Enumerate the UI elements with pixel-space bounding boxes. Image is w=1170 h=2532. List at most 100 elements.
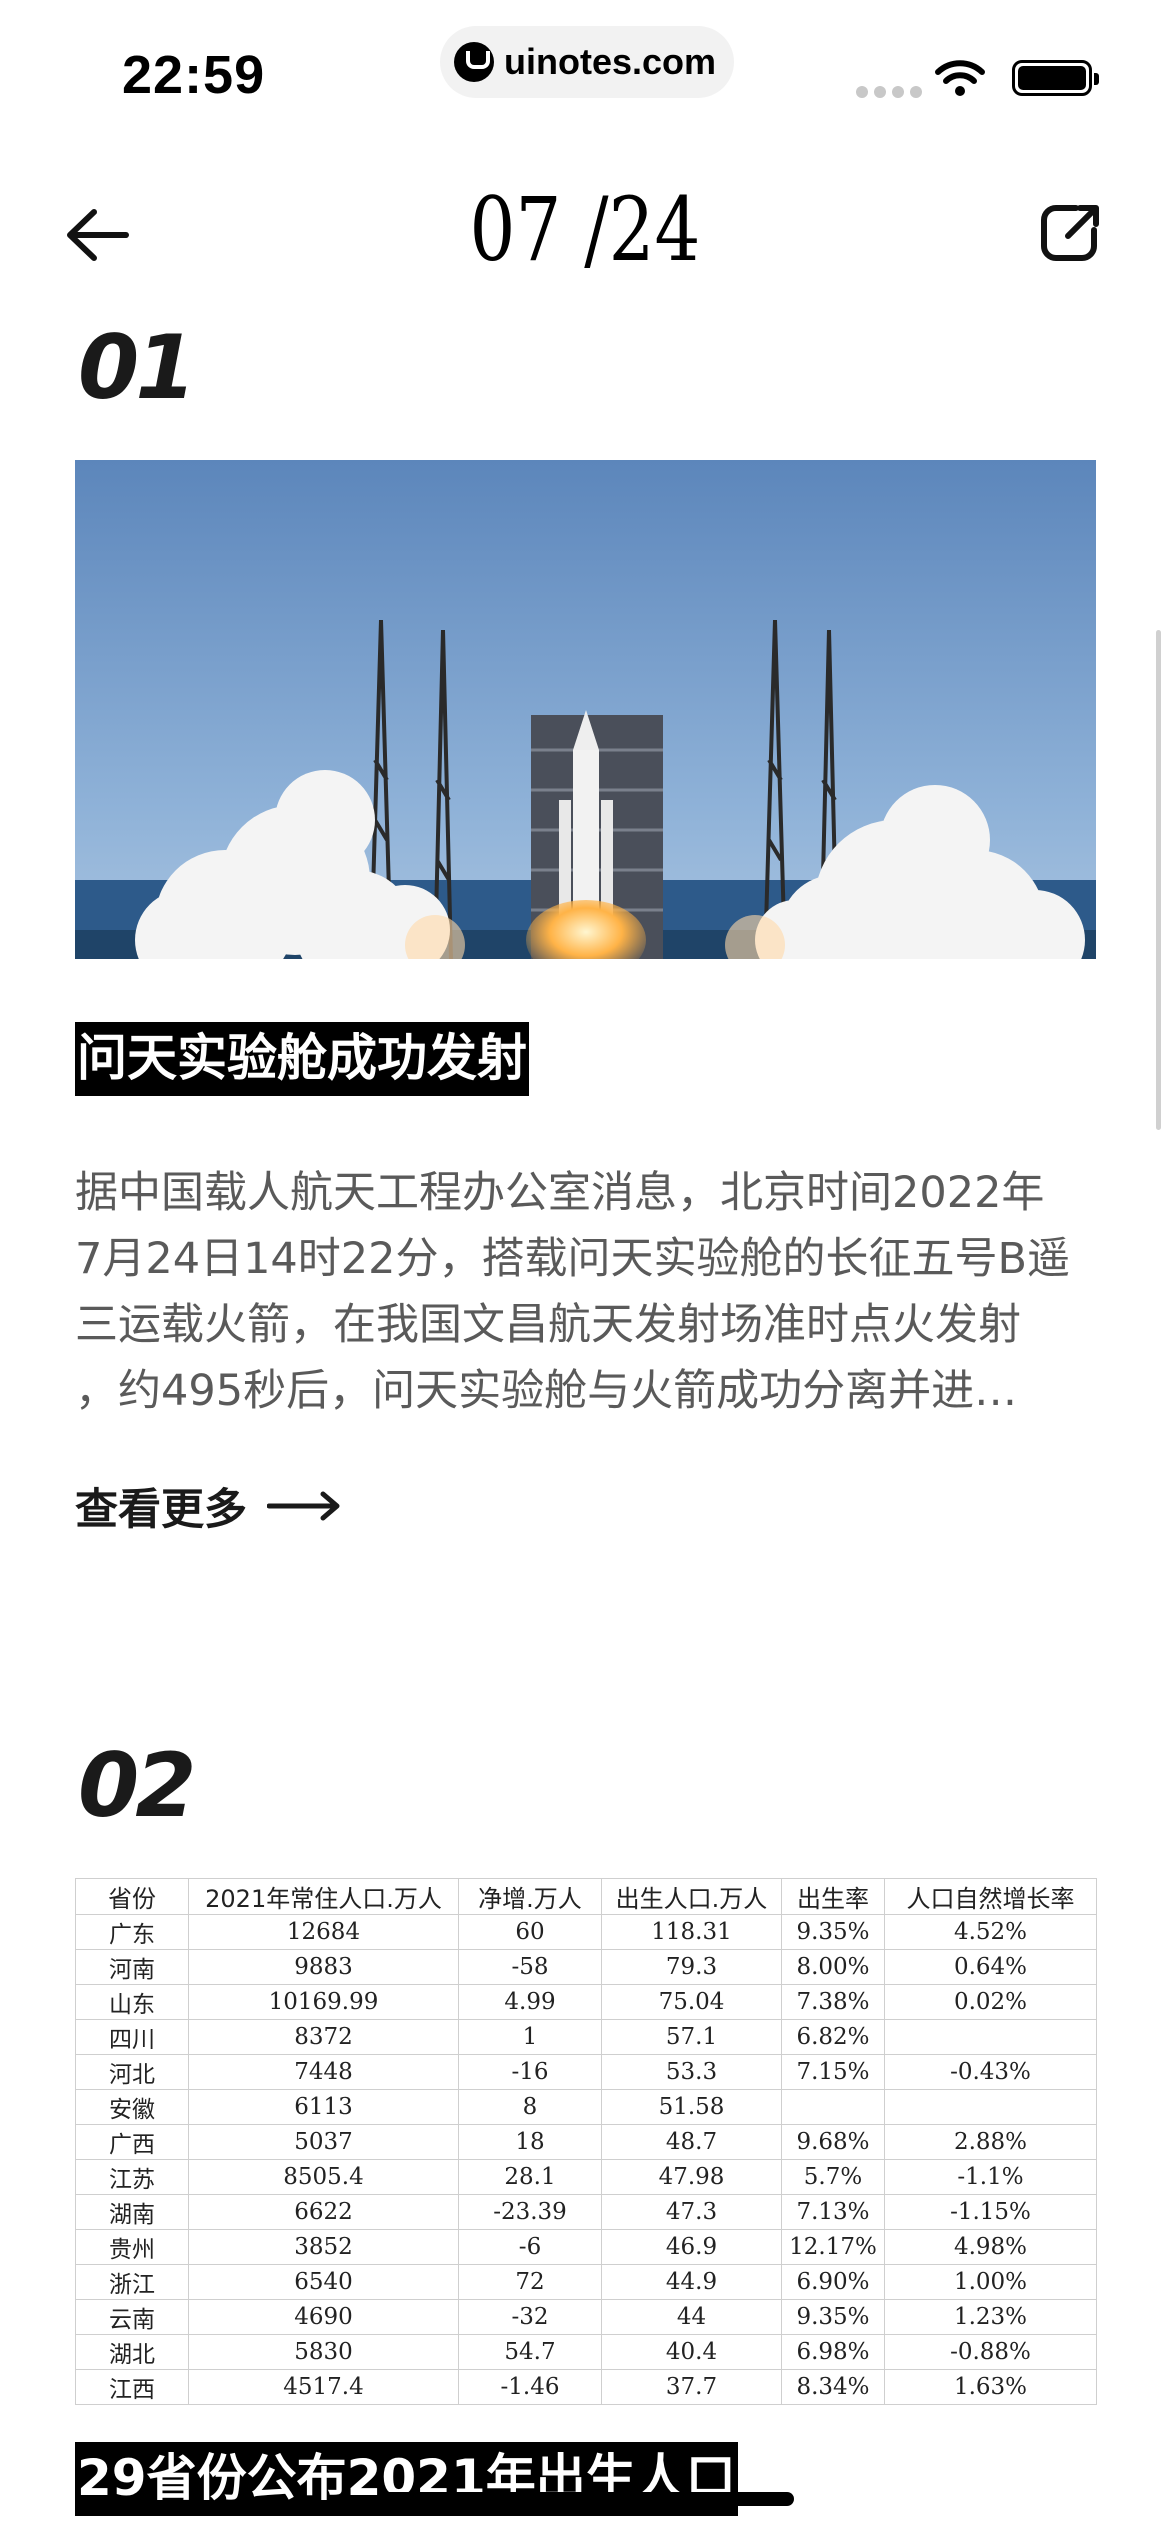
article-title[interactable]: 问天实验舱成功发射 <box>75 1022 529 1096</box>
table-row: 河南 9883 -58 79.3 8.00% 0.64% <box>75 1949 1097 1985</box>
table-cell <box>781 2089 885 2125</box>
table-cell: 28.1 <box>458 2159 602 2195</box>
table-cell: 6.90% <box>781 2264 885 2300</box>
column-header: 2021年常住人口.万人 <box>188 1878 459 1915</box>
table-cell: 37.7 <box>601 2369 782 2405</box>
article-number: 02 <box>78 1734 196 1837</box>
table-cell: 7448 <box>188 2054 459 2090</box>
table-cell: 54.7 <box>458 2334 602 2370</box>
table-cell: 1 <box>458 2019 602 2055</box>
table-row: 云南 4690 -32 44 9.35% 1.23% <box>75 2299 1097 2335</box>
view-more-link[interactable]: 查看更多 <box>75 1475 341 1537</box>
table-cell: 7.15% <box>781 2054 885 2090</box>
table-cell: 57.1 <box>601 2019 782 2055</box>
table-cell: 1.23% <box>884 2299 1097 2335</box>
table-cell: 4.98% <box>884 2229 1097 2265</box>
table-row: 四川 8372 1 57.1 6.82% <box>75 2019 1097 2055</box>
view-more-label: 查看更多 <box>75 1485 247 1535</box>
table-cell: 云南 <box>75 2299 189 2335</box>
table-cell: 河北 <box>75 2054 189 2090</box>
table-cell: 8.00% <box>781 1949 885 1985</box>
summary-line: 7月24日14时22分，搭载问天实验舱的长征五号B遥 <box>75 1234 1071 1284</box>
scrollbar[interactable] <box>1156 630 1161 1130</box>
column-header: 省份 <box>75 1878 189 1915</box>
arrow-right-icon <box>267 1491 340 1521</box>
table-row: 广东 12684 60 118.31 9.35% 4.52% <box>75 1914 1097 1950</box>
table-cell: 6622 <box>188 2194 459 2230</box>
table-cell: 6540 <box>188 2264 459 2300</box>
table-cell: 8 <box>458 2089 602 2125</box>
wifi-icon <box>935 60 985 96</box>
table-cell: 7.38% <box>781 1984 885 2020</box>
table-cell: 12684 <box>188 1914 459 1950</box>
status-time: 22:59 <box>122 45 266 105</box>
battery-icon <box>1012 60 1099 96</box>
table-row: 山东 10169.99 4.99 75.04 7.38% 0.02% <box>75 1984 1097 2020</box>
table-cell: 9.68% <box>781 2124 885 2160</box>
table-cell: -1.1% <box>884 2159 1097 2195</box>
rocket-launch-image[interactable] <box>75 460 1096 959</box>
table-cell: 4517.4 <box>188 2369 459 2405</box>
table-cell: 湖南 <box>75 2194 189 2230</box>
column-header: 出生人口.万人 <box>601 1878 782 1915</box>
table-cell: 48.7 <box>601 2124 782 2160</box>
table-cell: 47.3 <box>601 2194 782 2230</box>
table-row: 贵州 3852 -6 46.9 12.17% 4.98% <box>75 2229 1097 2265</box>
summary-line: ，约495秒后，问天实验舱与火箭成功分离并进… <box>75 1366 1018 1416</box>
table-cell: 44 <box>601 2299 782 2335</box>
table-cell: 1.00% <box>884 2264 1097 2300</box>
table-cell: 8372 <box>188 2019 459 2055</box>
table-cell: 8505.4 <box>188 2159 459 2195</box>
table-cell: -0.43% <box>884 2054 1097 2090</box>
table-cell: 79.3 <box>601 1949 782 1985</box>
table-cell: 江苏 <box>75 2159 189 2195</box>
table-cell: -1.46 <box>458 2369 602 2405</box>
table-header-row: 省份 2021年常住人口.万人 净增.万人 出生人口.万人 出生率 人口自然增长… <box>75 1878 1097 1915</box>
table-row: 浙江 6540 72 44.9 6.90% 1.00% <box>75 2264 1097 2300</box>
table-cell: 9.35% <box>781 2299 885 2335</box>
table-row: 江苏 8505.4 28.1 47.98 5.7% -1.1% <box>75 2159 1097 2195</box>
home-indicator[interactable] <box>376 2492 794 2506</box>
table-cell: 72 <box>458 2264 602 2300</box>
site-logo-icon <box>454 42 494 82</box>
article-number: 01 <box>78 316 196 419</box>
table-cell: 3852 <box>188 2229 459 2265</box>
table-cell: 6.82% <box>781 2019 885 2055</box>
table-cell: 53.3 <box>601 2054 782 2090</box>
table-row: 河北 7448 -16 53.3 7.15% -0.43% <box>75 2054 1097 2090</box>
table-cell: 10169.99 <box>188 1984 459 2020</box>
page-counter: 07 /24 <box>469 178 701 281</box>
summary-line: 三运载火箭，在我国文昌航天发射场准时点火发射 <box>75 1300 1021 1350</box>
table-cell: 6113 <box>188 2089 459 2125</box>
table-cell: 5830 <box>188 2334 459 2370</box>
url-bar[interactable]: uinotes.com <box>440 26 734 98</box>
table-cell: -6 <box>458 2229 602 2265</box>
table-cell <box>884 2019 1097 2055</box>
table-cell: 山东 <box>75 1984 189 2020</box>
table-cell: 7.13% <box>781 2194 885 2230</box>
table-cell: 0.64% <box>884 1949 1097 1985</box>
table-cell: 5.7% <box>781 2159 885 2195</box>
table-cell: 0.02% <box>884 1984 1097 2020</box>
table-row: 江西 4517.4 -1.46 37.7 8.34% 1.63% <box>75 2369 1097 2405</box>
table-cell: 44.9 <box>601 2264 782 2300</box>
table-cell: 9.35% <box>781 1914 885 1950</box>
table-cell: -23.39 <box>458 2194 602 2230</box>
table-cell: -0.88% <box>884 2334 1097 2370</box>
column-header: 出生率 <box>781 1878 885 1915</box>
table-cell: 40.4 <box>601 2334 782 2370</box>
table-cell <box>884 2089 1097 2125</box>
table-row: 湖北 5830 54.7 40.4 6.98% -0.88% <box>75 2334 1097 2370</box>
url-text: uinotes.com <box>504 41 717 82</box>
table-cell: 4690 <box>188 2299 459 2335</box>
share-icon[interactable] <box>1038 200 1104 266</box>
cellular-signal-icon <box>856 86 922 98</box>
table-cell: 广西 <box>75 2124 189 2160</box>
table-cell: 6.98% <box>781 2334 885 2370</box>
table-cell: 广东 <box>75 1914 189 1950</box>
column-header: 净增.万人 <box>458 1878 602 1915</box>
population-table[interactable]: 省份 2021年常住人口.万人 净增.万人 出生人口.万人 出生率 人口自然增长… <box>75 1878 1097 2405</box>
table-cell: 60 <box>458 1914 602 1950</box>
table-cell: 安徽 <box>75 2089 189 2125</box>
table-cell: 12.17% <box>781 2229 885 2265</box>
